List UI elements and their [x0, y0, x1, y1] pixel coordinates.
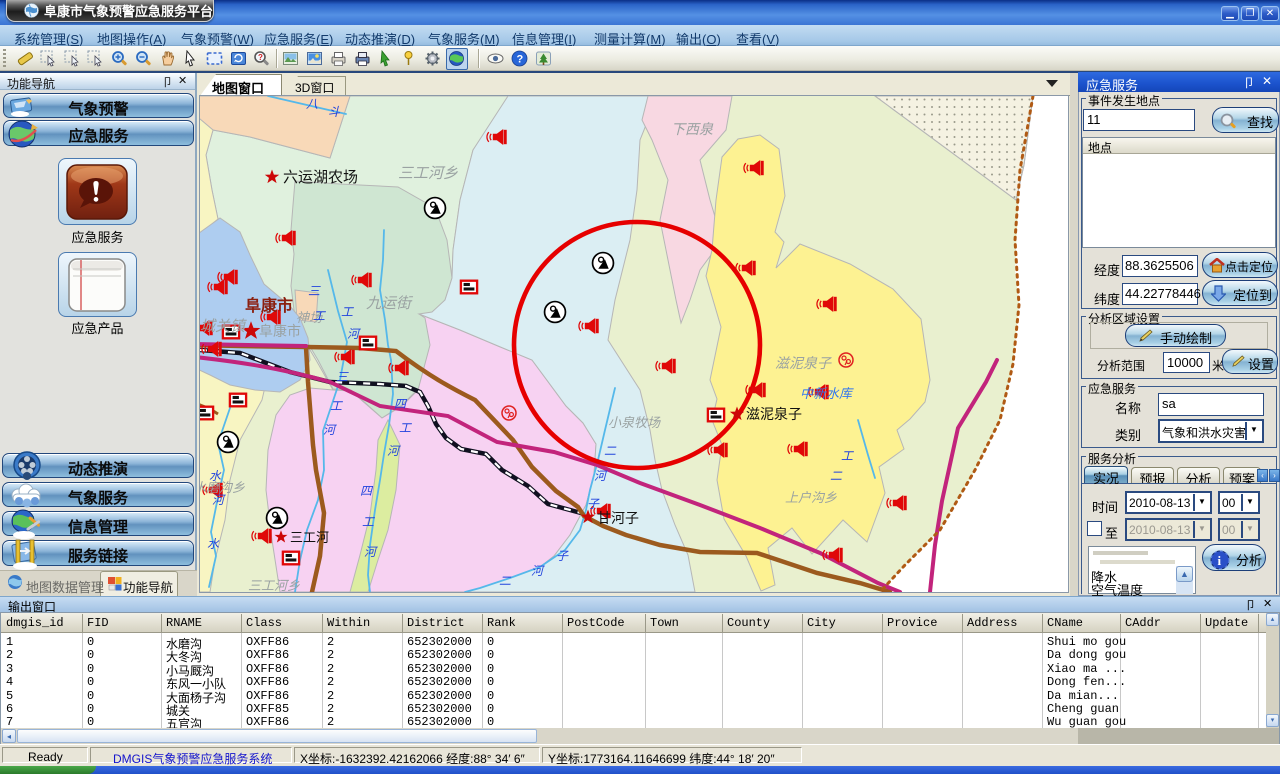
svg-text:工: 工	[341, 305, 354, 319]
svg-text:阜康市: 阜康市	[259, 323, 301, 339]
svg-text:斗: 斗	[328, 105, 341, 119]
svg-text:下西泉: 下西泉	[671, 121, 714, 137]
svg-text:河: 河	[387, 444, 401, 458]
svg-text:水: 水	[209, 469, 222, 483]
svg-text:工: 工	[399, 421, 412, 435]
svg-text:河: 河	[347, 327, 361, 341]
svg-text:城关镇: 城关镇	[200, 318, 247, 335]
svg-text:三工河: 三工河	[290, 530, 329, 545]
svg-text:九运街: 九运街	[366, 295, 414, 312]
svg-text:子: 子	[587, 497, 600, 511]
svg-text:六运湖农场: 六运湖农场	[283, 169, 358, 186]
svg-text:甘河子: 甘河子	[597, 510, 639, 526]
svg-text:工: 工	[313, 309, 326, 323]
svg-text:四: 四	[360, 484, 374, 498]
svg-text:河: 河	[594, 469, 608, 483]
svg-text:八: 八	[306, 97, 318, 111]
svg-text:?: ?	[258, 53, 263, 62]
svg-text:河: 河	[212, 493, 226, 507]
svg-text:子: 子	[556, 549, 569, 563]
svg-text:二: 二	[830, 469, 843, 483]
svg-text:小泉牧场: 小泉牧场	[608, 415, 661, 430]
svg-text:三工河乡: 三工河乡	[248, 578, 300, 592]
svg-text:上户沟乡: 上户沟乡	[785, 490, 837, 505]
svg-text:滋泥泉子: 滋泥泉子	[746, 406, 802, 422]
svg-text:三: 三	[308, 284, 321, 298]
svg-text:四: 四	[394, 397, 408, 411]
svg-text:二: 二	[604, 444, 617, 458]
svg-text:工: 工	[330, 399, 343, 413]
svg-text:三工河乡: 三工河乡	[398, 165, 458, 182]
svg-text:河: 河	[323, 423, 337, 437]
svg-text:二: 二	[499, 574, 512, 588]
svg-text:水: 水	[207, 537, 220, 551]
svg-text:?: ?	[517, 54, 524, 66]
svg-text:工: 工	[362, 515, 375, 529]
svg-text:中新水库: 中新水库	[800, 386, 854, 401]
svg-text:河: 河	[531, 564, 545, 578]
svg-text:i: i	[1218, 553, 1222, 568]
svg-text:河: 河	[364, 545, 378, 559]
svg-text:滋泥泉子: 滋泥泉子	[775, 355, 832, 371]
svg-text:工: 工	[841, 449, 854, 463]
svg-text:阜康市: 阜康市	[245, 296, 293, 315]
svg-text:三: 三	[336, 370, 349, 384]
